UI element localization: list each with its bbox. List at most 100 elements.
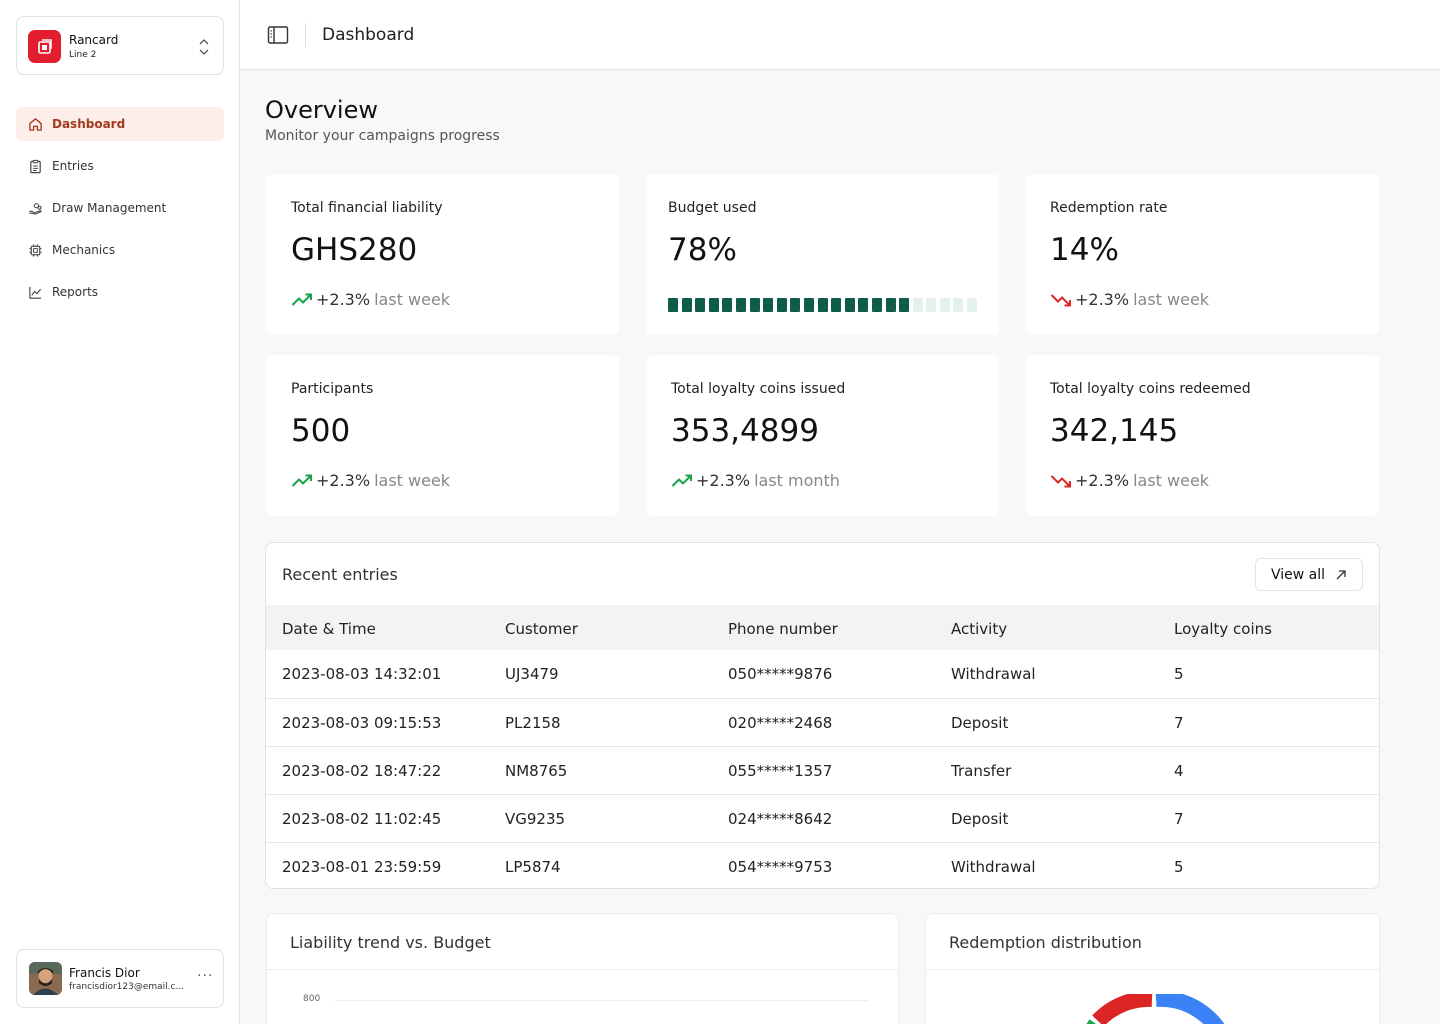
chart-divider bbox=[267, 969, 898, 970]
column-header[interactable]: Phone number bbox=[728, 620, 838, 638]
chart-divider bbox=[926, 969, 1379, 970]
arrow-up-right-icon bbox=[1336, 569, 1346, 579]
kpi-label: Total loyalty coins issued bbox=[671, 381, 846, 397]
column-header[interactable]: Customer bbox=[505, 620, 578, 638]
kpi-card-coins-redeemed: Total loyalty coins redeemed 342,145 +2.… bbox=[1026, 355, 1379, 516]
page-title: Dashboard bbox=[322, 25, 415, 45]
kpi-label: Total loyalty coins redeemed bbox=[1050, 381, 1251, 397]
table-cell: 7 bbox=[1174, 810, 1184, 828]
table-cell: Withdrawal bbox=[951, 858, 1036, 876]
table-row[interactable]: 2023-08-02 18:47:22 NM8765 055*****1357 Tra… bbox=[266, 746, 1379, 794]
org-logo bbox=[28, 30, 61, 63]
view-all-button[interactable]: View all bbox=[1254, 558, 1363, 591]
org-name: Rancard bbox=[69, 33, 119, 47]
progress-segment bbox=[803, 298, 814, 312]
kpi-trend: +2.3% last month bbox=[671, 471, 840, 490]
view-all-label: View all bbox=[1270, 566, 1325, 583]
progress-segment bbox=[695, 298, 706, 312]
kpi-value: GHS280 bbox=[291, 232, 418, 268]
progress-segment bbox=[926, 298, 937, 312]
hand-coins-icon bbox=[29, 202, 42, 215]
budget-progress-bar bbox=[668, 298, 981, 312]
column-header[interactable]: Loyalty coins bbox=[1174, 620, 1272, 638]
trend-period: last week bbox=[374, 471, 451, 490]
table-cell: Withdrawal bbox=[951, 665, 1036, 683]
donut-chart bbox=[1086, 994, 1225, 1024]
sidebar-item-draw-management[interactable]: Draw Management bbox=[16, 191, 224, 225]
sidebar-item-reports[interactable]: Reports bbox=[16, 275, 224, 309]
sidebar-item-label: Dashboard bbox=[52, 117, 126, 131]
kpi-value: 14% bbox=[1050, 232, 1119, 268]
kpi-value: 78% bbox=[668, 232, 737, 268]
progress-segment bbox=[790, 298, 801, 312]
table-row[interactable]: 2023-08-03 14:32:01 UJ3479 050*****9876 Wit… bbox=[266, 650, 1379, 698]
column-header[interactable]: Date & Time bbox=[282, 620, 376, 638]
chart-title: Liability trend vs. Budget bbox=[290, 933, 491, 952]
kpi-label: Budget used bbox=[668, 200, 757, 216]
kpi-card-coins-issued: Total loyalty coins issued 353,4899 +2.3… bbox=[646, 355, 999, 516]
kpi-value: 342,145 bbox=[1050, 413, 1179, 449]
line-chart-icon bbox=[29, 286, 42, 299]
liability-trend-chart: Liability trend vs. Budget 800 bbox=[266, 913, 899, 1024]
table-cell: Deposit bbox=[951, 810, 1009, 828]
kpi-trend: +2.3% last week bbox=[1050, 471, 1209, 490]
trend-period: last week bbox=[1133, 290, 1210, 309]
more-icon[interactable]: ··· bbox=[197, 968, 213, 984]
org-line: Line 2 bbox=[69, 50, 97, 60]
table-cell: 020*****2468 bbox=[728, 714, 833, 732]
progress-segment bbox=[858, 298, 869, 312]
column-header[interactable]: Activity bbox=[951, 620, 1007, 638]
kpi-value: 353,4899 bbox=[671, 413, 819, 449]
sidebar-toggle-icon[interactable] bbox=[267, 25, 289, 45]
sidebar-nav: Dashboard Entries Draw Management Mechan… bbox=[16, 107, 224, 317]
recent-entries-table: Recent entries View all Date & Time Cust… bbox=[265, 542, 1380, 889]
gridline bbox=[335, 1000, 869, 1001]
table-cell: 2023-08-01 23:59:59 bbox=[282, 858, 442, 876]
cpu-icon bbox=[29, 243, 42, 257]
sidebar-item-mechanics[interactable]: Mechanics bbox=[16, 233, 224, 267]
progress-segment bbox=[967, 298, 978, 312]
sidebar-item-entries[interactable]: Entries bbox=[16, 149, 224, 183]
progress-segment bbox=[708, 298, 719, 312]
user-profile[interactable]: Francis Dior francisdior123@email.c... ·… bbox=[16, 949, 224, 1008]
kpi-label: Participants bbox=[291, 381, 374, 397]
sidebar-item-dashboard[interactable]: Dashboard bbox=[16, 107, 224, 141]
progress-segment bbox=[885, 298, 896, 312]
trend-up-icon bbox=[671, 474, 692, 487]
trend-period: last month bbox=[754, 471, 840, 490]
progress-segment bbox=[776, 298, 787, 312]
kpi-card-financial-liability: Total financial liability GHS280 +2.3% l… bbox=[266, 174, 619, 335]
table-row[interactable]: 2023-08-03 09:15:53 PL2158 020*****2468 Dep… bbox=[266, 698, 1379, 746]
table-cell: 2023-08-03 09:15:53 bbox=[282, 714, 442, 732]
table-cell: Transfer bbox=[951, 762, 1012, 780]
org-switcher[interactable]: Rancard Line 2 bbox=[16, 16, 224, 75]
table-row[interactable]: 2023-08-02 11:02:45 VG9235 024*****8642 Dep… bbox=[266, 794, 1379, 842]
table-cell: 2023-08-02 18:47:22 bbox=[282, 762, 442, 780]
kpi-trend: +2.3% last week bbox=[291, 471, 450, 490]
trend-period: last week bbox=[374, 290, 451, 309]
kpi-label: Redemption rate bbox=[1050, 200, 1168, 216]
kpi-trend: +2.3% last week bbox=[1050, 290, 1209, 309]
progress-segment bbox=[668, 298, 678, 312]
trend-down-icon bbox=[1050, 474, 1071, 487]
trend-up-icon bbox=[291, 474, 312, 487]
user-email: francisdior123@email.c... bbox=[69, 982, 185, 992]
clipboard-icon bbox=[30, 159, 41, 173]
trend-percent: +2.3% bbox=[1075, 471, 1130, 490]
progress-segment bbox=[763, 298, 774, 312]
progress-segment bbox=[722, 298, 733, 312]
table-cell: 055*****1357 bbox=[728, 762, 833, 780]
table-cell: PL2158 bbox=[505, 714, 561, 732]
progress-segment bbox=[749, 298, 760, 312]
sidebar-item-label: Mechanics bbox=[52, 243, 116, 257]
sidebar-item-label: Entries bbox=[52, 159, 94, 173]
donut-segment-red bbox=[1092, 994, 1153, 1024]
table-row[interactable]: 2023-08-01 23:59:59 LP5874 054*****9753 Wit… bbox=[266, 842, 1379, 888]
table-cell: 024*****8642 bbox=[728, 810, 833, 828]
kpi-value: 500 bbox=[291, 413, 351, 449]
kpi-trend: +2.3% last week bbox=[291, 290, 450, 309]
trend-up-icon bbox=[291, 293, 312, 306]
sidebar-item-label: Reports bbox=[52, 285, 99, 299]
progress-segment bbox=[899, 298, 910, 312]
top-header: Dashboard bbox=[240, 0, 1440, 70]
